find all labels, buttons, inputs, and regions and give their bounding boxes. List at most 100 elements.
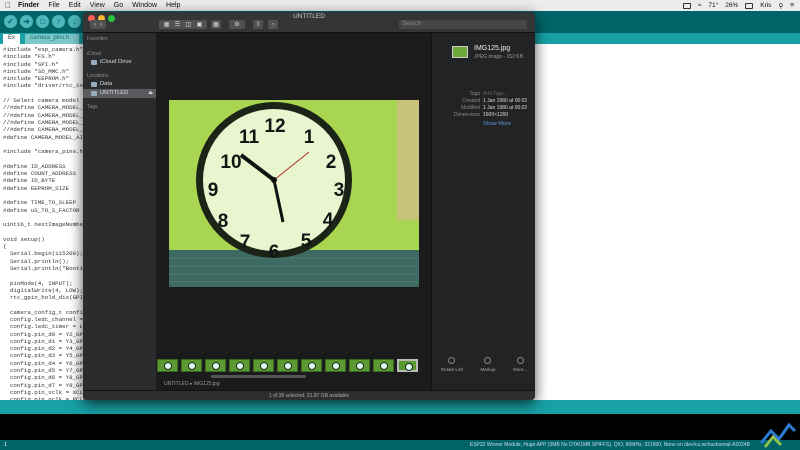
new-file-icon[interactable]: □ — [36, 15, 49, 28]
image-thumbnail[interactable] — [205, 359, 226, 372]
search-placeholder: Search — [402, 21, 422, 27]
tag-icon[interactable]: ○ — [271, 22, 275, 28]
share-icon[interactable]: ⇧ — [255, 21, 260, 28]
image-thumbnail[interactable] — [253, 359, 274, 372]
icon-view-icon[interactable]: ▦ — [164, 21, 170, 28]
console-output — [0, 414, 800, 440]
line-number: 1 — [4, 442, 7, 448]
info-modified-row: Modified 1 Jan 1980 at 00:02 — [432, 105, 535, 112]
markup-button[interactable]: Markup — [480, 357, 495, 372]
info-panel: IMG125.jpg JPEG image - 152 KB Tags Add T… — [431, 33, 535, 390]
svg-text:12: 12 — [264, 116, 285, 137]
image-thumbnail[interactable] — [349, 359, 370, 372]
board-info: ESP32 Wrover Module, Huge APP (3MB No OT… — [469, 442, 750, 448]
grid-icon[interactable]: ▦ — [213, 21, 219, 28]
rotate-left-button[interactable]: Rotate Left — [441, 357, 463, 372]
menu-bar:  Finder File Edit View Go Window Help ≈… — [0, 0, 800, 11]
back-forward-buttons[interactable]: ‹ › — [90, 20, 106, 29]
finder-status-bar: 1 of 38 selected, 31.87 GB available — [83, 390, 535, 400]
more-button[interactable]: More... — [513, 357, 527, 372]
image-thumbnail[interactable] — [397, 359, 418, 372]
clock-thumbnail-icon — [380, 362, 388, 370]
thumbnail-strip — [156, 359, 431, 373]
clock-thumbnail-icon — [236, 362, 244, 370]
tab-camera-pins[interactable]: camera_pins.h — [25, 34, 79, 44]
file-thumbnail — [452, 46, 468, 58]
menu-go[interactable]: Go — [114, 2, 123, 9]
image-thumbnail[interactable] — [301, 359, 322, 372]
clock-thumbnail-icon — [188, 362, 196, 370]
tags-button[interactable]: ○ — [268, 20, 278, 29]
info-value: 1 Jan 1980 at 00:02 — [483, 105, 528, 111]
image-preview[interactable]: 12 1 2 345 678 9 10 11 — [169, 100, 419, 287]
upload-icon[interactable]: ➜ — [20, 15, 33, 28]
info-key: Dimensions — [453, 112, 480, 118]
list-view-icon[interactable]: ☰ — [175, 21, 180, 28]
clock-thumbnail-icon — [212, 362, 220, 370]
arduino-bottom-bar: 1 ESP32 Wrover Module, Huge APP (3MB No … — [0, 440, 800, 450]
image-thumbnail[interactable] — [157, 359, 178, 372]
channel-logo-icon — [759, 422, 797, 448]
save-icon[interactable]: ↓ — [68, 15, 81, 28]
menu-edit[interactable]: Edit — [69, 2, 81, 9]
menu-finder[interactable]: Finder — [18, 2, 39, 9]
tab-sketch[interactable]: Ex — [3, 34, 21, 44]
svg-text:7: 7 — [240, 232, 251, 253]
clock-thumbnail-icon — [356, 362, 364, 370]
clock-thumbnail-icon — [332, 362, 340, 370]
rotate-left-icon — [448, 357, 456, 364]
wifi-icon[interactable]: ≈ — [698, 2, 702, 9]
battery-icon[interactable] — [745, 2, 754, 9]
sidebar-item-data[interactable]: Data — [83, 80, 156, 89]
apple-icon[interactable]:  — [5, 1, 11, 10]
add-tags-field[interactable]: Add Tags... — [483, 91, 508, 97]
menu-window[interactable]: Window — [132, 2, 157, 9]
quick-actions: Rotate Left Markup More... — [432, 357, 535, 372]
sidebar-heading-icloud: iCloud — [87, 51, 102, 57]
image-thumbnail[interactable] — [229, 359, 250, 372]
gallery-view-icon[interactable]: ▣ — [197, 21, 203, 28]
menu-help[interactable]: Help — [166, 2, 180, 9]
share-button[interactable]: ⇧ — [253, 20, 263, 29]
file-subtitle: JPEG image - 152 KB — [474, 54, 523, 60]
sidebar-item-icloud-drive[interactable]: iCloud Drive — [83, 58, 156, 67]
more-icon — [516, 357, 524, 364]
path-file[interactable]: IMG125.jpg — [194, 381, 220, 387]
svg-text:6: 6 — [269, 242, 280, 263]
gear-icon[interactable]: ⚙ — [234, 21, 239, 28]
menu-list-icon[interactable]: ≡ — [790, 2, 794, 9]
info-key: Tags — [469, 91, 480, 97]
image-thumbnail[interactable] — [277, 359, 298, 372]
view-mode-group[interactable]: ▦ ☰ ◫ ▣ — [159, 20, 207, 29]
verify-icon[interactable]: ✓ — [4, 15, 17, 28]
action-label: Markup — [480, 367, 496, 372]
battery-level[interactable]: 26% — [725, 2, 738, 9]
screen-icon[interactable] — [682, 2, 691, 9]
sidebar-heading-locations: Locations — [87, 73, 109, 79]
clock-thumbnail-icon — [308, 362, 316, 370]
eject-icon[interactable]: ⏏ — [148, 89, 153, 98]
clock-thumbnail-icon — [164, 362, 172, 370]
user-name[interactable]: Kris — [760, 2, 771, 9]
back-icon[interactable]: ‹ — [94, 22, 96, 28]
open-icon[interactable]: ↑ — [52, 15, 65, 28]
info-value: 1600×1200 — [483, 112, 509, 118]
group-button[interactable]: ▦ — [211, 20, 221, 29]
action-button[interactable]: ⚙ — [229, 20, 245, 29]
weather-temp[interactable]: 71° — [708, 2, 718, 9]
finder-titlebar: UNTITLED ‹ › ▦ ☰ ◫ ▣ ▦ ⚙ ⇧ ○ Search — [83, 12, 535, 33]
search-field[interactable]: Search — [399, 20, 527, 29]
menu-file[interactable]: File — [48, 2, 59, 9]
sidebar-item-untitled[interactable]: UNTITLED ⏏ — [83, 89, 156, 98]
menu-view[interactable]: View — [90, 2, 105, 9]
image-thumbnail[interactable] — [373, 359, 394, 372]
forward-icon[interactable]: › — [100, 22, 102, 28]
show-more-link[interactable]: Show More — [483, 121, 511, 127]
window-title: UNTITLED — [293, 13, 325, 20]
path-volume[interactable]: UNTITLED — [164, 381, 188, 387]
svg-text:10: 10 — [220, 152, 241, 173]
search-icon[interactable]: ⚲ — [778, 2, 783, 10]
image-thumbnail[interactable] — [181, 359, 202, 372]
column-view-icon[interactable]: ◫ — [186, 21, 192, 28]
image-thumbnail[interactable] — [325, 359, 346, 372]
